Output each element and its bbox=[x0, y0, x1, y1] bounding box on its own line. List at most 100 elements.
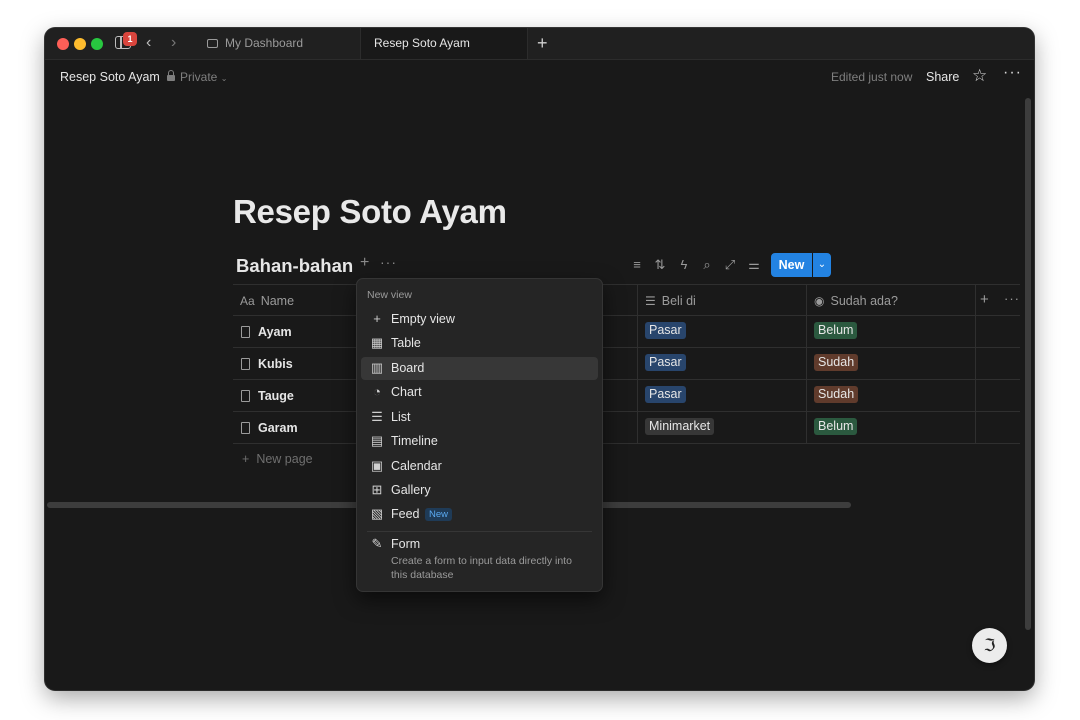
automation-bolt-icon[interactable]: ϟ bbox=[676, 257, 692, 272]
page-topbar: Resep Soto Ayam Private ⌄ Edited just no… bbox=[45, 59, 1034, 95]
row-name-text: Tauge bbox=[258, 389, 294, 403]
status-icon: ◉ bbox=[814, 294, 825, 308]
share-button[interactable]: Share bbox=[926, 70, 959, 84]
status-chip[interactable]: Sudah bbox=[814, 354, 859, 371]
menu-item-gallery[interactable]: ⊞ Gallery bbox=[361, 479, 598, 502]
tab-label: My Dashboard bbox=[225, 36, 304, 50]
page-icon bbox=[241, 326, 250, 338]
feed-icon: ▧ bbox=[370, 506, 384, 521]
column-divider bbox=[975, 284, 976, 443]
menu-item-label: Feed bbox=[391, 507, 420, 521]
table-border bbox=[233, 443, 1020, 444]
close-window-button[interactable] bbox=[57, 38, 69, 50]
expand-icon[interactable]: ⤢ bbox=[722, 257, 738, 273]
help-icon: ℑ bbox=[983, 636, 996, 655]
beli-di-chip[interactable]: Minimarket bbox=[645, 418, 715, 435]
menu-item-label: Board bbox=[391, 361, 425, 375]
table-border bbox=[233, 315, 1020, 316]
zoom-window-button[interactable] bbox=[91, 38, 103, 50]
tab-my-dashboard[interactable]: My Dashboard bbox=[193, 28, 361, 59]
search-icon[interactable]: ⌕ bbox=[699, 257, 715, 273]
table-row-name[interactable]: Ayam bbox=[241, 325, 292, 339]
menu-item-list[interactable]: ☰ List bbox=[361, 406, 598, 429]
column-divider bbox=[806, 284, 807, 443]
plus-icon: + bbox=[242, 452, 250, 466]
column-header-name[interactable]: Aa Name bbox=[240, 294, 294, 308]
tab-resep-soto-ayam[interactable]: Resep Soto Ayam bbox=[361, 28, 528, 59]
table-more-icon[interactable]: ··· bbox=[1004, 291, 1020, 306]
table-row-name[interactable]: Garam bbox=[241, 421, 298, 435]
menu-item-board[interactable]: ▥ Board bbox=[361, 357, 598, 380]
new-dropdown-chevron-icon[interactable]: ⌄ bbox=[813, 253, 831, 277]
form-icon: ✎ bbox=[371, 536, 383, 551]
beli-di-chip[interactable]: Pasar bbox=[645, 354, 686, 371]
dashboard-icon bbox=[207, 39, 218, 48]
chevron-down-icon: ⌄ bbox=[220, 74, 228, 83]
menu-item-feed[interactable]: ▧ Feed New bbox=[361, 503, 598, 526]
plus-icon: + bbox=[373, 311, 381, 326]
privacy-label: Private bbox=[180, 70, 218, 84]
chart-icon: ◔ bbox=[373, 384, 381, 399]
timeline-icon: ▤ bbox=[370, 433, 384, 448]
new-page-row[interactable]: + New page bbox=[242, 452, 313, 466]
form-description: Create a form to input data directly int… bbox=[391, 555, 572, 581]
settings-sliders-icon[interactable]: ⚌ bbox=[746, 257, 762, 273]
sort-icon[interactable]: ⇅ bbox=[652, 257, 668, 273]
menu-item-table[interactable]: ▦ Table bbox=[361, 332, 598, 355]
menu-item-chart[interactable]: ◔ Chart bbox=[361, 381, 598, 404]
menu-item-label: Table bbox=[391, 336, 421, 350]
column-divider bbox=[637, 284, 638, 443]
beli-di-chip[interactable]: Pasar bbox=[645, 322, 686, 339]
table-icon: ▦ bbox=[370, 335, 384, 350]
star-icon[interactable]: ☆ bbox=[972, 66, 987, 86]
column-label: Name bbox=[260, 294, 295, 308]
filter-icon[interactable]: ≡ bbox=[629, 257, 645, 272]
board-icon: ▥ bbox=[370, 360, 384, 375]
menu-header: New view bbox=[367, 289, 412, 301]
calendar-icon: ▣ bbox=[370, 458, 384, 473]
forward-arrow-icon[interactable]: › bbox=[171, 34, 176, 52]
table-border bbox=[233, 379, 1020, 380]
menu-item-calendar[interactable]: ▣ Calendar bbox=[361, 455, 598, 478]
column-label: Sudah ada? bbox=[830, 294, 898, 308]
column-header-beli-di[interactable]: ☰ Beli di bbox=[645, 294, 696, 308]
table-row-name[interactable]: Tauge bbox=[241, 389, 294, 403]
minimize-window-button[interactable] bbox=[74, 38, 86, 50]
list-icon: ☰ bbox=[645, 294, 656, 308]
notification-badge[interactable]: 1 bbox=[123, 32, 137, 46]
database-more-icon[interactable]: ··· bbox=[380, 254, 397, 270]
status-chip[interactable]: Belum bbox=[814, 322, 858, 339]
add-view-plus-icon[interactable]: + bbox=[360, 254, 369, 272]
new-button[interactable]: New bbox=[771, 253, 812, 277]
privacy-indicator[interactable]: Private ⌄ bbox=[167, 70, 227, 84]
menu-item-label: Empty view bbox=[391, 312, 455, 326]
status-chip[interactable]: Sudah bbox=[814, 386, 859, 403]
page-icon bbox=[241, 390, 250, 402]
table-row-name[interactable]: Kubis bbox=[241, 357, 293, 371]
help-button[interactable]: ℑ bbox=[972, 628, 1007, 663]
menu-item-label: Gallery bbox=[391, 483, 431, 497]
back-arrow-icon[interactable]: ‹ bbox=[146, 34, 151, 52]
tab-label: Resep Soto Ayam bbox=[374, 36, 470, 50]
page-title[interactable]: Resep Soto Ayam bbox=[233, 193, 507, 231]
vertical-scrollbar[interactable] bbox=[1025, 98, 1031, 630]
column-header-sudah-ada[interactable]: ◉ Sudah ada? bbox=[814, 294, 898, 308]
row-name-text: Garam bbox=[258, 421, 298, 435]
new-page-label: New page bbox=[256, 452, 313, 466]
menu-item-timeline[interactable]: ▤ Timeline bbox=[361, 430, 598, 453]
new-badge: New bbox=[425, 508, 453, 521]
lock-icon bbox=[167, 70, 175, 81]
tab-bar: 1 ‹ › My Dashboard Resep Soto Ayam + bbox=[45, 28, 1034, 60]
new-tab-plus-icon[interactable]: + bbox=[537, 32, 548, 54]
add-property-plus-icon[interactable]: + bbox=[980, 291, 989, 308]
table-border bbox=[233, 284, 1020, 285]
database-title[interactable]: Bahan-bahan bbox=[236, 255, 353, 277]
menu-item-empty-view[interactable]: + Empty view bbox=[361, 308, 598, 331]
menu-item-label: List bbox=[391, 410, 411, 424]
status-chip[interactable]: Belum bbox=[814, 418, 858, 435]
breadcrumb[interactable]: Resep Soto Ayam bbox=[60, 70, 160, 84]
beli-di-chip[interactable]: Pasar bbox=[645, 386, 686, 403]
row-name-text: Ayam bbox=[258, 325, 292, 339]
menu-item-label: Chart bbox=[391, 385, 422, 399]
more-options-icon[interactable]: ··· bbox=[1003, 64, 1022, 82]
